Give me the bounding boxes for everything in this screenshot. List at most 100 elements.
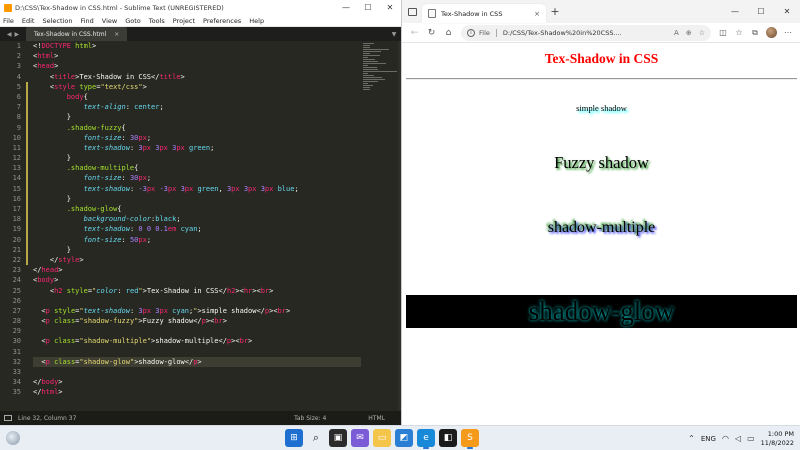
tab-prev-icon[interactable]: ◀ — [7, 31, 12, 38]
code-line[interactable]: </head> — [33, 265, 361, 275]
favorites-icon[interactable]: ☆ — [731, 24, 747, 41]
battery-icon[interactable]: ▭ — [747, 434, 755, 443]
code-line[interactable]: font-size: 30px; — [33, 173, 361, 183]
tab-next-icon[interactable]: ▶ — [15, 31, 20, 38]
code-line[interactable]: <p class="shadow-multiple">shadow-multip… — [33, 336, 361, 346]
code-line[interactable]: text-shadow: 3px 3px 3px green; — [33, 143, 361, 153]
menu-edit[interactable]: Edit — [22, 17, 35, 25]
store-icon[interactable]: ◧ — [439, 429, 457, 447]
code-line[interactable]: } — [33, 194, 361, 204]
sublime-taskbar-icon[interactable]: S — [461, 429, 479, 449]
tray-overflow-icon[interactable]: ⌃ — [688, 434, 695, 443]
address-url[interactable]: D:/CSS/Tex-Shadow%20in%20CSS.... — [503, 29, 667, 37]
back-icon[interactable]: ← — [406, 24, 423, 41]
code-line[interactable]: background-color:black; — [33, 214, 361, 224]
multiple-shadow-text: shadow-multiple — [547, 219, 656, 236]
code-token: { — [134, 164, 139, 173]
code-line[interactable]: <h2 style="color: red">Tex-Shadow in CSS… — [33, 286, 361, 296]
code-line[interactable]: text-align: center; — [33, 102, 361, 112]
minimap[interactable] — [363, 43, 397, 91]
code-line[interactable]: <style type="text/css"> — [33, 82, 361, 92]
volume-icon[interactable]: ◁ — [735, 434, 741, 443]
tab-actions-button[interactable] — [402, 7, 422, 16]
language-indicator[interactable]: ENG — [701, 435, 716, 443]
code-line[interactable]: .shadow-multiple{ — [33, 163, 361, 173]
menu-project[interactable]: Project — [173, 17, 195, 25]
editor-tab-close-icon[interactable]: × — [114, 31, 119, 38]
editor-minimize-button[interactable]: — — [335, 0, 357, 15]
tab-nav-arrows[interactable]: ◀ ▶ — [0, 27, 26, 41]
edge-browser-icon[interactable]: e — [417, 429, 435, 449]
split-screen-icon[interactable]: ◫ — [715, 24, 731, 41]
code-line[interactable]: </body> — [33, 377, 361, 387]
taskbar-clock[interactable]: 1:00 PM 11/8/2022 — [761, 430, 794, 448]
code-line[interactable] — [33, 367, 361, 377]
code-line[interactable]: .shadow-fuzzy{ — [33, 123, 361, 133]
code-line[interactable]: </style> — [33, 255, 361, 265]
status-tab-size[interactable]: Tab Size: 4 — [294, 415, 326, 422]
code-line[interactable]: font-size: 30px; — [33, 133, 361, 143]
code-line[interactable]: </html> — [33, 387, 361, 397]
status-syntax[interactable]: HTML — [368, 415, 385, 422]
read-aloud-icon[interactable]: A — [674, 29, 679, 37]
code-line[interactable]: } — [33, 245, 361, 255]
menu-file[interactable]: File — [3, 17, 14, 25]
editor-maximize-button[interactable]: ☐ — [357, 0, 379, 15]
menu-view[interactable]: View — [102, 17, 117, 25]
menu-tools[interactable]: Tools — [149, 17, 165, 25]
code-line[interactable]: text-shadow: -3px -3px 3px green, 3px 3p… — [33, 184, 361, 194]
code-line[interactable]: .shadow-glow{ — [33, 204, 361, 214]
editor-file-tab[interactable]: Tex-Shadow in CSS.html × — [26, 27, 128, 41]
code-line[interactable]: font-size: 50px; — [33, 235, 361, 245]
code-line[interactable]: <!DOCTYPE html> — [33, 41, 361, 51]
menu-selection[interactable]: Selection — [42, 17, 72, 25]
zoom-icon[interactable]: ⊕ — [686, 29, 692, 37]
editor-close-button[interactable]: ✕ — [379, 0, 401, 15]
weather-widget-icon[interactable] — [6, 431, 20, 445]
home-icon[interactable]: ⌂ — [440, 24, 457, 41]
file-explorer-icon[interactable]: ▭ — [373, 429, 391, 447]
code-line[interactable]: <body> — [33, 275, 361, 285]
browser-maximize-button[interactable]: ☐ — [748, 0, 774, 23]
profile-avatar[interactable] — [766, 27, 777, 38]
panel-toggle-icon[interactable] — [4, 415, 12, 421]
browser-minimize-button[interactable]: — — [722, 0, 748, 23]
menu-find[interactable]: Find — [80, 17, 93, 25]
menu-help[interactable]: Help — [249, 17, 264, 25]
site-info-icon[interactable]: i — [467, 28, 475, 37]
favorite-star-icon[interactable]: ☆ — [699, 29, 705, 37]
code-line[interactable]: } — [33, 112, 361, 122]
collections-icon[interactable]: ⧉ — [747, 24, 763, 41]
code-editor[interactable]: 1 2 3 4 5 6 7 8 9 10 11 12 13 14 15 16 17 18 19 20 21 22 23 24 2… — [0, 41, 401, 411]
refresh-icon[interactable]: ↻ — [423, 24, 440, 41]
teams-chat-icon[interactable]: ✉ — [351, 429, 369, 447]
code-line[interactable]: <html> — [33, 51, 361, 61]
menu-preferences[interactable]: Preferences — [203, 17, 241, 25]
code-token: > — [248, 337, 253, 346]
start-menu-icon[interactable]: ⊞ — [285, 429, 303, 447]
more-menu-icon[interactable]: ⋯ — [780, 24, 796, 41]
code-line[interactable]: } — [33, 153, 361, 163]
code-line[interactable] — [33, 296, 361, 306]
task-view-icon[interactable]: ▣ — [329, 429, 347, 447]
code-line[interactable]: <p class="shadow-fuzzy">Fuzzy shadow</p>… — [33, 316, 361, 326]
code-line[interactable]: body{ — [33, 92, 361, 102]
browser-tab[interactable]: Tex-Shadow in CSS × — [422, 4, 546, 23]
tab-dropdown-icon[interactable]: ▼ — [387, 27, 401, 41]
address-bar[interactable]: i File D:/CSS/Tex-Shadow%20in%20CSS.... … — [461, 24, 711, 41]
code-area[interactable]: <!DOCTYPE html> <html> <head> <title>Tex-S… — [33, 41, 361, 411]
search-icon[interactable]: ⌕ — [307, 429, 325, 447]
browser-tab-close-icon[interactable]: × — [534, 10, 540, 18]
browser-close-button[interactable]: ✕ — [774, 0, 800, 23]
code-line[interactable]: <title>Tex-Shadow in CSS</title> — [33, 72, 361, 82]
code-line[interactable]: text-shadow: 0 0 0.1em cyan; — [33, 224, 361, 234]
new-tab-button[interactable]: + — [546, 5, 564, 18]
photos-icon[interactable]: ◩ — [395, 429, 413, 447]
code-line[interactable] — [33, 326, 361, 336]
menu-goto[interactable]: Goto — [125, 17, 141, 25]
code-line[interactable]: <p class="shadow-glow">shadow-glow</p> — [33, 356, 361, 367]
code-line[interactable]: <head> — [33, 61, 361, 71]
code-line[interactable]: <p style="text-shadow: 3px 3px cyan;">si… — [33, 306, 361, 316]
wifi-icon[interactable]: ◠ — [722, 434, 729, 443]
code-line[interactable] — [33, 347, 361, 357]
